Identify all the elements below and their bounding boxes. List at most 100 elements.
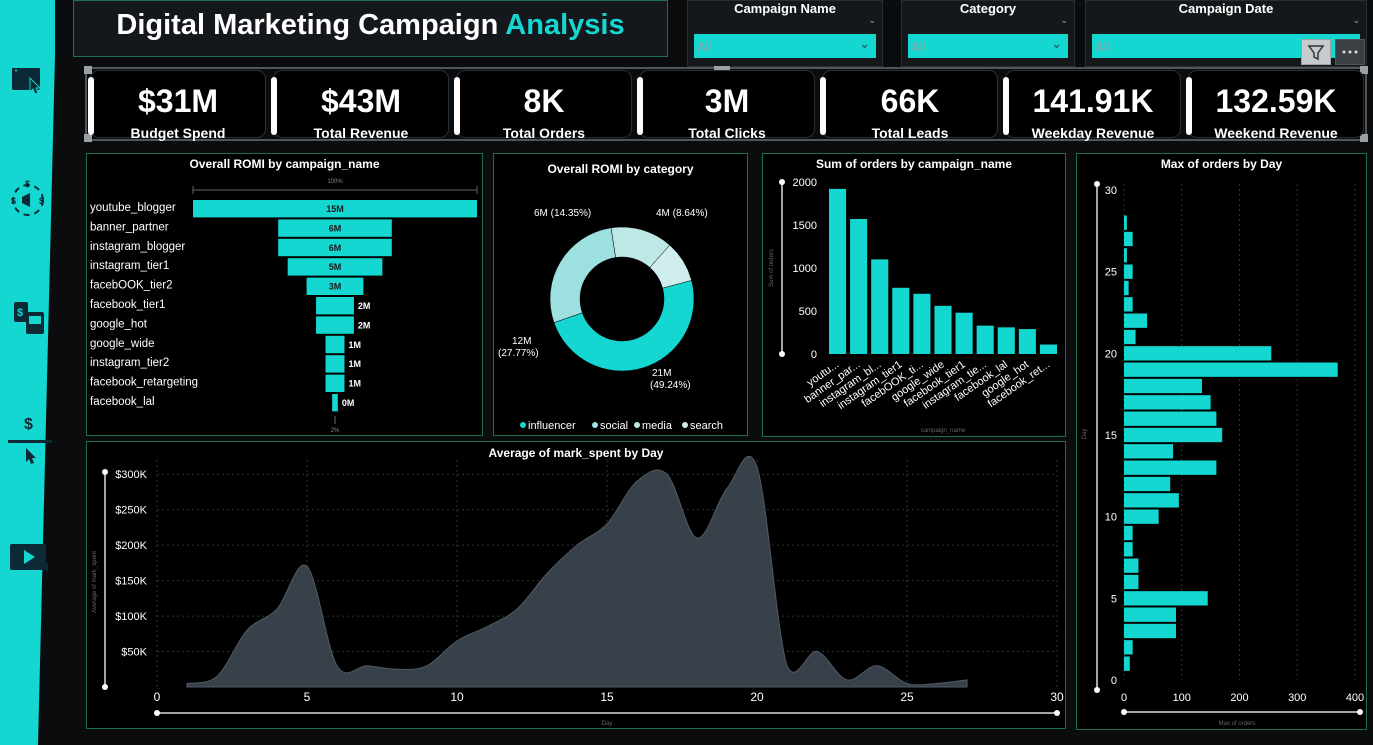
video-ad-icon[interactable]: [8, 540, 52, 580]
data-label: 3M: [329, 282, 342, 292]
funnel-bar: [325, 335, 345, 354]
legend-label: media: [642, 420, 673, 432]
title-main-text: Digital Marketing Campaign: [116, 9, 499, 41]
scroll-handle: [1094, 181, 1100, 187]
category-label: facebook_lal: [90, 396, 155, 408]
chevron-down-icon[interactable]: ⌄: [868, 15, 876, 26]
y-tick-label: $200K: [115, 540, 147, 552]
x-tick-label: 25: [900, 690, 914, 704]
filter-label: Category: [959, 1, 1017, 16]
bar: [1018, 329, 1036, 354]
x-tick-label: 0: [1121, 692, 1127, 704]
kpi-value: $31M: [137, 83, 219, 119]
web-click-icon[interactable]: [8, 62, 52, 102]
kpi-value: 132.59K: [1215, 83, 1337, 119]
kpi-total-clicks[interactable]: 3M Total Clicks: [637, 70, 815, 141]
chevron-down-icon[interactable]: ⌄: [1060, 15, 1068, 26]
campaign-name-dropdown[interactable]: All ⌄: [694, 34, 876, 58]
svg-text:$: $: [25, 179, 30, 189]
y-tick-label: 10: [1105, 512, 1117, 524]
scroll-handle: [154, 710, 160, 716]
bar: [1124, 329, 1136, 345]
y-tick-label: $150K: [115, 576, 147, 588]
sidebar-background: [0, 0, 55, 745]
megaphone-dollar-icon[interactable]: $ $ $: [8, 178, 52, 218]
more-options-icon[interactable]: [1335, 39, 1365, 65]
kpi-label: Budget Spend: [130, 125, 226, 141]
data-label: 21M: [652, 368, 671, 379]
bar: [1124, 558, 1139, 573]
y-axis-title: Sum of orders: [769, 249, 775, 287]
bar: [934, 305, 952, 354]
kpi-value: 141.91K: [1032, 83, 1154, 119]
kpi-weekend-revenue[interactable]: 132.59K Weekend Revenue: [1186, 70, 1364, 141]
funnel-bar: [316, 297, 354, 315]
data-label: 12M: [512, 336, 531, 347]
y-tick-label: 2000: [793, 177, 817, 189]
funnel-bar: [332, 394, 338, 412]
category-label: google_wide: [90, 338, 155, 350]
kpi-budget-spend[interactable]: $31M Budget Spend: [88, 70, 266, 141]
orders-by-campaign-panel: Sum of orders by campaign_name 0 500 1000 1…: [762, 153, 1066, 437]
x-tick-label: 0: [154, 690, 161, 704]
y-tick-label: 0: [811, 349, 817, 361]
kpi-label: Total Orders: [502, 125, 586, 141]
data-label: 2M: [358, 320, 371, 330]
kpi-total-revenue[interactable]: $43M Total Revenue: [271, 70, 449, 141]
bar: [1124, 509, 1159, 524]
x-axis-title: Day: [602, 721, 613, 727]
svg-text:$: $: [17, 307, 23, 319]
data-label: 6M: [329, 223, 342, 233]
bar: [1124, 427, 1223, 443]
data-label: 0M: [342, 398, 355, 408]
bar: [1039, 344, 1057, 354]
bar: [976, 325, 994, 354]
svg-text:$: $: [11, 196, 16, 206]
chevron-down-icon: ⌄: [859, 36, 870, 51]
mobile-payment-icon[interactable]: $: [8, 298, 52, 338]
bar: [829, 188, 847, 354]
filter-label: Campaign Date: [1178, 1, 1274, 16]
kpi-total-orders[interactable]: 8K Total Orders: [454, 70, 632, 141]
pay-per-click-icon[interactable]: $: [8, 414, 52, 464]
x-tick-label: 20: [750, 690, 764, 704]
data-label: 5M: [329, 262, 342, 272]
y-tick-label: 20: [1105, 348, 1117, 360]
x-tick-label: 200: [1230, 692, 1248, 704]
filter-icon[interactable]: [1301, 39, 1331, 65]
category-label: facebook_tier1: [90, 299, 165, 311]
data-label: 1M: [348, 379, 361, 389]
bar: [1124, 248, 1127, 263]
funnel-bar: [325, 355, 345, 373]
bar: [1124, 656, 1130, 671]
kpi-total-leads[interactable]: 66K Total Leads: [820, 70, 998, 141]
svg-text:$: $: [39, 196, 44, 206]
bar: [1124, 607, 1176, 622]
data-label: 6M: [329, 243, 342, 253]
kpi-weekday-revenue[interactable]: 141.91K Weekday Revenue: [1003, 70, 1181, 141]
bar: [1124, 493, 1179, 508]
scroll-handle: [1357, 709, 1363, 715]
bar: [955, 312, 973, 354]
bar: [1124, 444, 1174, 459]
category-dropdown[interactable]: All ⌄: [908, 34, 1068, 58]
data-label: 4M (8.64%): [656, 208, 708, 219]
dropdown-value: All: [697, 39, 712, 54]
bar: [1124, 313, 1148, 328]
bar: [871, 259, 889, 354]
x-tick-label: 100: [1173, 692, 1191, 704]
mark-spent-by-day-panel: Average of mark_spent by Day $50K $100K $1…: [86, 441, 1066, 729]
kpi-value: $43M: [320, 83, 402, 119]
y-tick-label: $300K: [115, 469, 147, 481]
dropdown-value: All: [911, 39, 926, 54]
x-tick-label: 10: [450, 690, 464, 704]
y-tick-label: 1500: [793, 220, 817, 232]
category-label: facebook_retargeting: [90, 377, 198, 389]
y-tick-label: $250K: [115, 505, 147, 517]
bar: [1124, 362, 1338, 377]
data-label: 6M (14.35%): [534, 208, 591, 219]
chevron-down-icon[interactable]: ⌄: [1352, 15, 1360, 26]
y-tick-label: 1000: [793, 263, 817, 275]
bar: [1124, 574, 1139, 590]
x-tick-label: 5: [304, 690, 311, 704]
